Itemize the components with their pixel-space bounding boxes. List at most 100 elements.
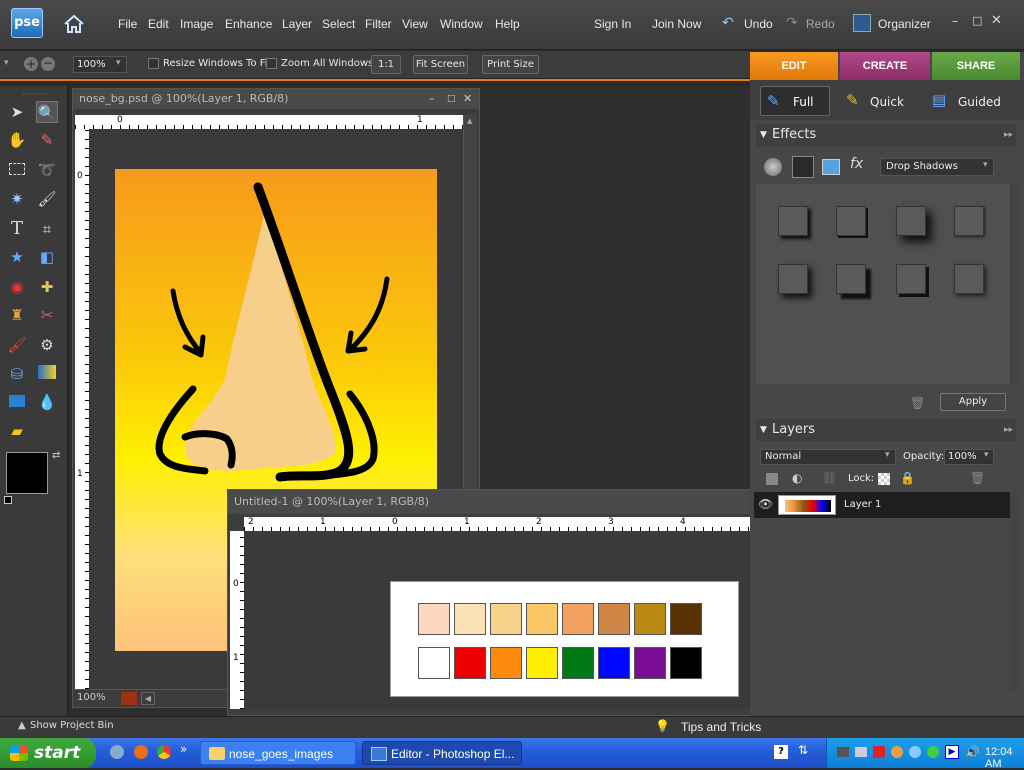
selection-brush-tool-icon[interactable]: 🖌 [36,188,58,210]
quicklaunch-chrome-icon[interactable] [157,745,171,759]
menu-help[interactable]: Help [495,17,520,31]
panel-menu-icon[interactable]: ▸▸ [1004,419,1013,441]
tray-media-icon[interactable]: ▶ [945,745,959,759]
scroll-up-icon[interactable]: ▲ [467,117,472,125]
drop-shadow-thumb[interactable] [836,264,866,294]
lasso-tool-icon[interactable]: ➰ [36,159,58,181]
blend-mode-dropdown[interactable]: Normal ▾ [760,449,896,465]
sync-icon[interactable]: ⇅ [798,743,808,757]
menu-file[interactable]: File [118,17,137,31]
lock-transparency-icon[interactable] [878,473,890,485]
minimize-icon[interactable]: – [952,14,958,28]
resize-windows-checkbox[interactable] [148,58,159,69]
drop-shadow-thumb[interactable] [836,206,866,236]
red-eye-tool-icon[interactable]: ◉ [6,276,28,298]
scroll-left-icon[interactable]: ◀ [141,692,155,705]
menu-filter[interactable]: Filter [365,17,392,31]
join-now-link[interactable]: Join Now [652,17,701,31]
organizer-button[interactable]: Organizer [878,17,931,31]
quicklaunch-firefox-icon[interactable] [134,745,148,759]
close-icon[interactable]: ✕ [991,13,1002,28]
drop-shadow-thumb[interactable] [954,206,984,236]
all-effects-icon[interactable]: fx [850,156,863,172]
tray-network-icon[interactable] [837,747,849,757]
magic-wand-tool-icon[interactable]: ✷ [6,188,28,210]
healing-brush-tool-icon[interactable]: ✚ [36,276,58,298]
crop-tool-icon[interactable]: ⌗ [36,218,58,240]
clone-stamp-tool-icon[interactable]: ♜ [6,304,28,326]
tab-share[interactable]: SHARE [932,52,1020,80]
collapse-icon[interactable]: ▼ [760,419,767,441]
layers-scrollbar[interactable] [1010,492,1020,692]
start-button[interactable]: start [0,738,96,768]
layer-row[interactable]: 👁 Layer 1 [754,492,1010,518]
opacity-field[interactable]: 100% ▾ [944,449,994,465]
menu-enhance[interactable]: Enhance [225,17,272,31]
blur-tool-icon[interactable]: 💧 [36,391,58,413]
link-layers-icon[interactable]: ⛓ [822,471,837,485]
foreground-color-swatch[interactable] [6,452,48,494]
zoom-tool-icon[interactable]: 🔍 [36,101,58,123]
print-size-button[interactable]: Print Size [482,55,539,74]
maximize-icon[interactable]: □ [972,14,982,27]
marquee-tool-icon[interactable] [6,159,28,181]
menu-image[interactable]: Image [180,17,213,31]
drop-shadow-thumb[interactable] [896,264,926,294]
taskbar-item-photoshop[interactable]: Editor - Photoshop El... [362,741,522,765]
menu-layer[interactable]: Layer [282,17,312,31]
eraser-tool-icon[interactable]: ✂ [36,304,58,326]
panel-menu-icon[interactable]: ▸▸ [1004,124,1013,146]
redo-button[interactable]: Redo [806,17,835,31]
drop-shadow-thumb[interactable] [954,264,984,294]
help-icon[interactable]: ? [774,745,788,759]
shape-tool-icon[interactable] [6,391,28,413]
layer-name[interactable]: Layer 1 [844,499,881,510]
menu-window[interactable]: Window [440,17,483,31]
full-edit-button[interactable]: ✎ Full [760,86,830,116]
sponge-tool-icon[interactable]: ▰ [6,420,28,442]
filters-icon[interactable] [764,158,782,176]
tips-and-tricks-link[interactable]: Tips and Tricks [681,720,761,734]
actual-pixels-button[interactable]: 1:1 [371,55,401,74]
drop-shadow-thumb[interactable] [896,206,926,236]
undo-button[interactable]: Undo [744,17,773,31]
effects-scrollbar[interactable] [1010,184,1020,384]
layers-panel-header[interactable]: ▼ Layers ▸▸ [756,419,1016,441]
tab-edit[interactable]: EDIT [750,52,838,80]
drop-shadow-thumb[interactable] [778,206,808,236]
cookie-cutter-tool-icon[interactable]: ★ [6,246,28,268]
undo-icon[interactable]: ↶ [722,15,734,31]
zoom-out-icon[interactable]: − [41,57,55,71]
apply-effect-button[interactable]: Apply [940,393,1006,411]
show-project-bin-button[interactable]: Show Project Bin [30,720,114,731]
lock-all-icon[interactable]: 🔒 [900,471,915,485]
tab-create[interactable]: CREATE [840,52,930,80]
tool-options-arrow-icon[interactable]: ▾ [4,58,9,68]
menu-select[interactable]: Select [322,17,355,31]
type-tool-icon[interactable]: T [6,218,28,240]
hand-tool-icon[interactable]: ✋ [6,129,28,151]
effects-panel-header[interactable]: ▼ Effects ▸▸ [756,124,1016,146]
visibility-eye-icon[interactable]: 👁 [758,497,773,511]
effects-category-dropdown[interactable]: Drop Shadows ▾ [880,158,994,176]
home-icon[interactable] [62,12,86,36]
quicklaunch-overflow-icon[interactable]: » [180,742,187,756]
straighten-tool-icon[interactable]: ◧ [36,246,58,268]
brush-tool-icon[interactable]: 🖌 [6,334,28,356]
photo-effects-icon[interactable] [822,159,840,175]
menu-edit[interactable]: Edit [148,17,169,31]
volume-icon[interactable]: 🔊 [965,745,980,759]
smart-brush-tool-icon[interactable]: ⚙ [36,334,58,356]
quicklaunch-ie-icon[interactable] [110,745,124,759]
tray-app-icon[interactable] [909,746,921,758]
eyedropper-tool-icon[interactable]: ✎ [36,129,58,151]
taskbar-item-folder[interactable]: nose_goes_images [200,741,356,765]
tray-app-icon[interactable] [927,746,939,758]
tray-display-icon[interactable] [855,747,867,757]
adjustment-layer-icon[interactable]: ◐ [792,471,802,485]
trash-icon[interactable]: 🗑 [910,396,925,410]
menu-view[interactable]: View [402,17,428,31]
tray-app-icon[interactable] [891,746,903,758]
quick-fix-button[interactable]: Quick [870,95,904,109]
default-colors-icon[interactable] [4,496,12,504]
